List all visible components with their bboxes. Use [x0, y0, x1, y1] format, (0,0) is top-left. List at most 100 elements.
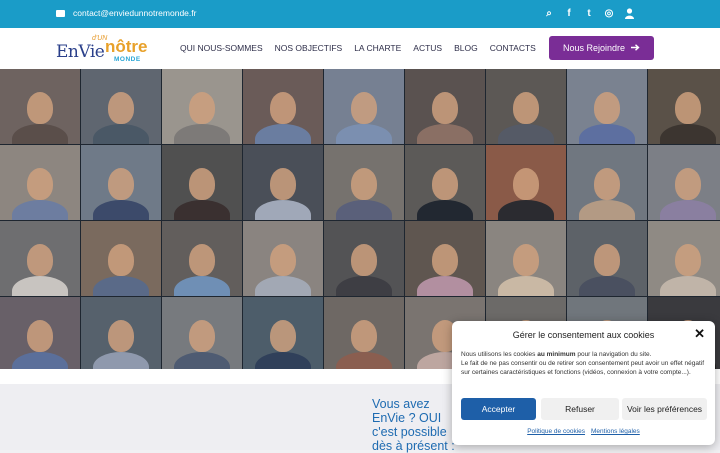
hero-photo-tile — [243, 69, 323, 144]
hero-photo-tile — [0, 297, 80, 372]
hero-photo-tile — [81, 145, 161, 220]
hero-photo-tile — [243, 221, 323, 296]
person-silhouette-body — [498, 200, 554, 220]
consent-text: Nous utilisons les cookies au minimum po… — [461, 351, 705, 376]
person-face — [432, 243, 458, 276]
person-silhouette-body — [579, 276, 635, 296]
person-silhouette-body — [255, 276, 311, 296]
person-silhouette-body — [93, 124, 149, 144]
hero-photo-tile — [567, 69, 647, 144]
person-silhouette-body — [417, 276, 473, 296]
legal-notice-link[interactable]: Mentions légales — [591, 428, 640, 435]
person-face — [351, 167, 377, 200]
hero-photo-tile — [243, 297, 323, 372]
person-face — [270, 319, 296, 352]
person-face — [27, 243, 53, 276]
nav-item-qui-nous-sommes[interactable]: QUI NOUS-SOMMES — [180, 43, 263, 53]
user-icon[interactable] — [624, 6, 634, 20]
hero-photo-tile — [648, 221, 720, 296]
hero-photo-tile — [162, 69, 242, 144]
nav-item-nos-objectifs[interactable]: NOS OBJECTIFS — [275, 43, 343, 53]
person-face — [189, 319, 215, 352]
person-face — [27, 167, 53, 200]
refuse-button[interactable]: Refuser — [541, 398, 619, 420]
mail-icon — [56, 10, 65, 17]
accept-button[interactable]: Accepter — [461, 398, 536, 420]
person-face — [351, 243, 377, 276]
person-silhouette-body — [174, 200, 230, 220]
hero-photo-tile — [162, 297, 242, 372]
person-face — [270, 167, 296, 200]
cookie-consent-dialog: Gérer le consentement aux cookies ✕ Nous… — [452, 321, 715, 445]
person-silhouette-body — [336, 124, 392, 144]
hero-photo-tile — [0, 221, 80, 296]
site-header: EnVie d'UN nôtre MONDE QUI NOUS-SOMMES N… — [0, 28, 720, 69]
hero-photo-tile — [162, 221, 242, 296]
person-silhouette-body — [174, 276, 230, 296]
person-face — [27, 319, 53, 352]
person-face — [432, 91, 458, 124]
main-nav: QUI NOUS-SOMMES NOS OBJECTIFS LA CHARTE … — [180, 43, 536, 53]
hero-photo-tile — [648, 69, 720, 144]
person-silhouette-body — [660, 276, 716, 296]
person-silhouette-body — [336, 276, 392, 296]
hero-photo-tile — [324, 221, 404, 296]
person-silhouette-body — [417, 200, 473, 220]
nav-item-blog[interactable]: BLOG — [454, 43, 478, 53]
person-face — [594, 91, 620, 124]
person-silhouette-body — [12, 276, 68, 296]
instagram-icon[interactable]: ◎ — [604, 6, 614, 20]
join-button[interactable]: Nous Rejoindre — [549, 36, 654, 60]
twitter-icon[interactable]: t — [584, 6, 594, 20]
person-silhouette-body — [93, 276, 149, 296]
logo-text-monde: MONDE — [114, 56, 141, 63]
person-silhouette-body — [336, 200, 392, 220]
hero-photo-tile — [405, 69, 485, 144]
person-face — [513, 91, 539, 124]
person-face — [270, 91, 296, 124]
hero-photo-tile — [486, 69, 566, 144]
person-silhouette-body — [498, 276, 554, 296]
person-silhouette-body — [579, 200, 635, 220]
person-silhouette-body — [174, 124, 230, 144]
person-face — [108, 319, 134, 352]
site-logo[interactable]: EnVie d'UN nôtre MONDE — [56, 34, 148, 64]
topbar-icons: ⌕ f t ◎ — [544, 6, 634, 20]
person-face — [594, 243, 620, 276]
person-face — [108, 243, 134, 276]
facebook-icon[interactable]: f — [564, 6, 574, 20]
person-silhouette-body — [417, 124, 473, 144]
person-face — [675, 167, 701, 200]
hero-photo-tile — [567, 145, 647, 220]
nav-item-actus[interactable]: ACTUS — [413, 43, 442, 53]
person-face — [351, 91, 377, 124]
person-silhouette-body — [579, 124, 635, 144]
hero-photo-tile — [405, 145, 485, 220]
hero-photo-tile — [405, 221, 485, 296]
hero-photo-tile — [243, 145, 323, 220]
logo-text-envie: EnVie — [56, 42, 105, 62]
consent-title: Gérer le consentement aux cookies — [512, 330, 655, 340]
hero-photo-tile — [81, 297, 161, 372]
person-face — [27, 91, 53, 124]
search-icon[interactable]: ⌕ — [544, 6, 554, 20]
person-face — [675, 243, 701, 276]
person-face — [594, 167, 620, 200]
consent-links: Politique de cookies Mentions légales — [452, 428, 715, 435]
cookie-policy-link[interactable]: Politique de cookies — [527, 428, 585, 435]
person-face — [351, 319, 377, 352]
hero-photo-tile — [486, 145, 566, 220]
nav-item-la-charte[interactable]: LA CHARTE — [354, 43, 401, 53]
intro-headline: Vous avez EnVie ? OUI c'est possible dès… — [372, 397, 455, 453]
person-face — [189, 167, 215, 200]
person-face — [513, 167, 539, 200]
hero-photo-tile — [567, 221, 647, 296]
top-contact-bar: contact@enviedunnotremonde.fr ⌕ f t ◎ — [0, 0, 720, 28]
close-icon[interactable]: ✕ — [694, 326, 705, 342]
person-face — [189, 243, 215, 276]
hero-photo-tile — [0, 69, 80, 144]
contact-email-link[interactable]: contact@enviedunnotremonde.fr — [73, 8, 196, 18]
nav-item-contacts[interactable]: CONTACTS — [490, 43, 536, 53]
person-face — [108, 167, 134, 200]
preferences-button[interactable]: Voir les préférences — [622, 398, 707, 420]
